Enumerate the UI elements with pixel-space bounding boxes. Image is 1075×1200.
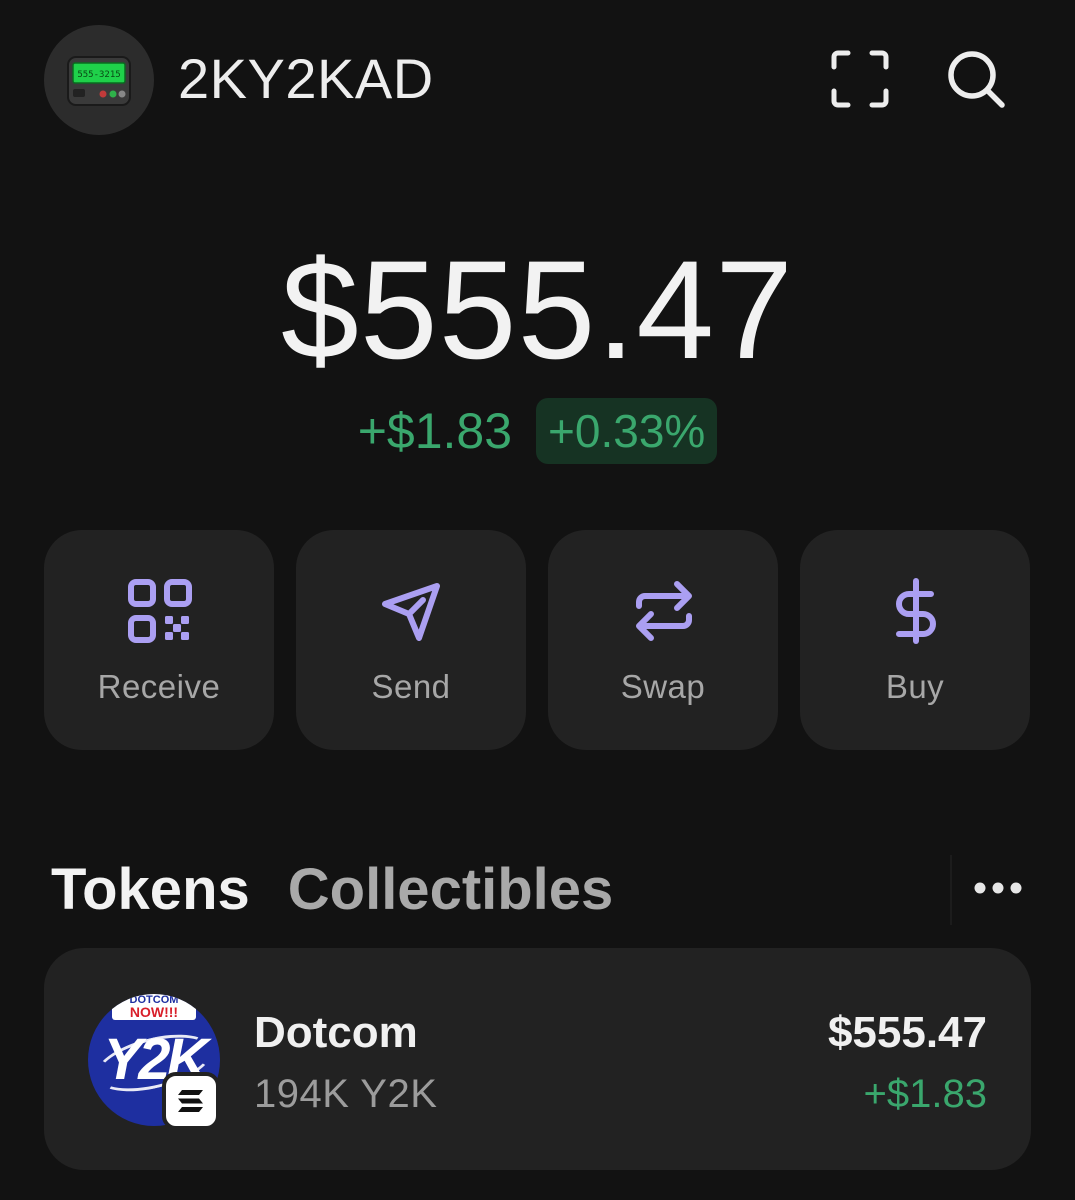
pager-icon: 555-3215 xyxy=(67,56,131,106)
token-logo-banner-bottom: NOW!!! xyxy=(129,1004,179,1020)
token-change: +$1.83 xyxy=(863,1072,987,1116)
total-balance: $555.47 xyxy=(280,231,795,388)
scan-icon[interactable] xyxy=(828,47,892,111)
asset-tabs: Tokens Collectibles xyxy=(51,855,613,925)
chain-badge xyxy=(162,1072,220,1130)
account-name[interactable]: 2KY2KAD xyxy=(178,49,434,109)
qr-code-icon xyxy=(128,579,192,643)
send-label: Send xyxy=(371,668,451,705)
action-buttons: Receive Send Swap Buy xyxy=(44,530,1030,750)
header: 555-3215 2KY2KAD xyxy=(44,25,1031,135)
buy-label: Buy xyxy=(885,668,945,705)
balance-change-row: +$1.83 +0.33% xyxy=(0,398,1075,464)
token-value: $555.47 xyxy=(827,1008,987,1057)
solana-icon xyxy=(178,1090,203,1112)
token-logo-banner: DOTCOM NOW!!! xyxy=(112,994,196,1020)
ellipsis-icon[interactable] xyxy=(970,870,1026,906)
receive-button[interactable]: Receive xyxy=(44,530,274,750)
wallet-screen: 555-3215 2KY2KAD $555.47 +$1.83 +0.33% R… xyxy=(0,0,1075,1200)
receive-label: Receive xyxy=(97,668,221,705)
avatar[interactable]: 555-3215 xyxy=(44,25,154,135)
swap-label: Swap xyxy=(620,668,706,705)
token-row[interactable]: DOTCOM NOW!!! Y2K Dotcom 194K Y2K $555.4… xyxy=(44,948,1031,1170)
tab-tokens[interactable]: Tokens xyxy=(51,855,250,925)
token-amount: 194K Y2K xyxy=(254,1072,438,1116)
buy-button[interactable]: Buy xyxy=(800,530,1030,750)
dollar-icon xyxy=(896,578,936,644)
svg-text:555-3215: 555-3215 xyxy=(77,70,120,80)
tab-collectibles[interactable]: Collectibles xyxy=(288,855,614,925)
swap-arrows-icon xyxy=(636,581,692,641)
balance-change-amount: +$1.83 xyxy=(357,403,513,459)
send-button[interactable]: Send xyxy=(296,530,526,750)
paper-plane-icon xyxy=(382,583,440,641)
swap-button[interactable]: Swap xyxy=(548,530,778,750)
balance-change-percent-badge: +0.33% xyxy=(536,398,718,464)
tabs-divider xyxy=(950,855,952,925)
token-name: Dotcom xyxy=(254,1008,418,1057)
search-icon[interactable] xyxy=(944,47,1008,111)
